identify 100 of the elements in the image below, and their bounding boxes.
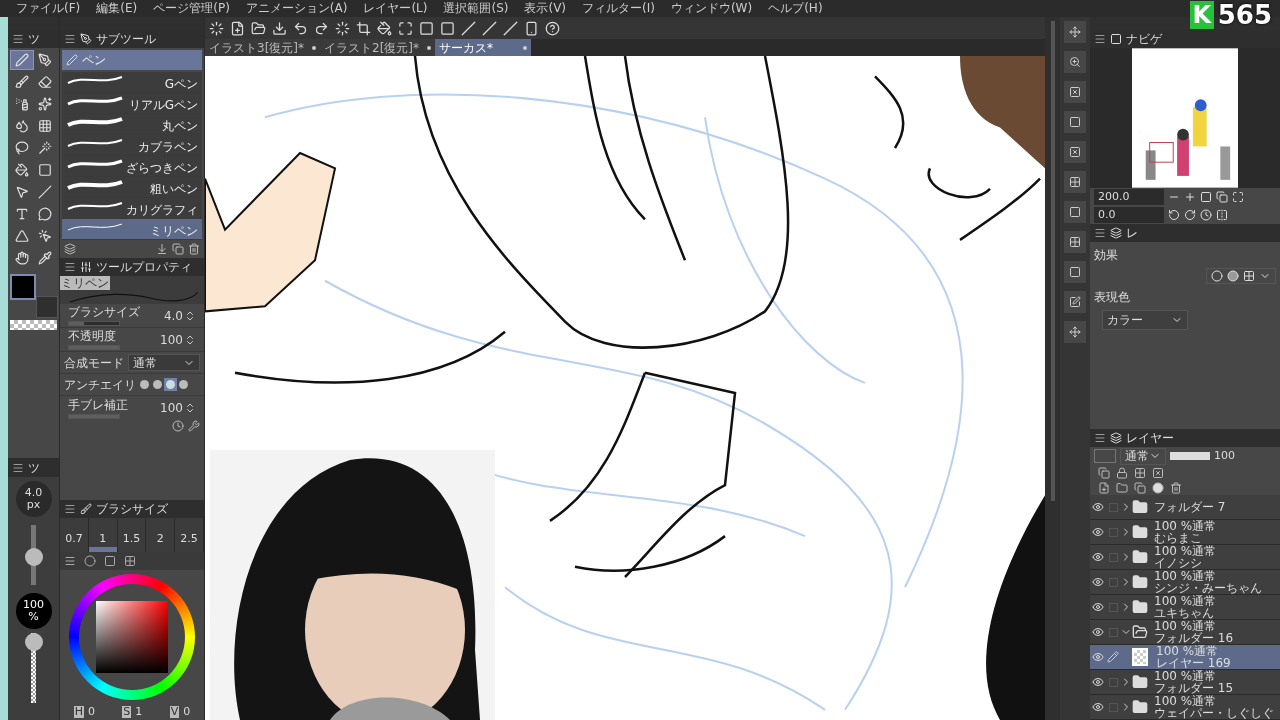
slider-track[interactable] (68, 345, 120, 350)
color-box[interactable] (1094, 449, 1116, 463)
new-layer-icon[interactable] (1098, 481, 1110, 494)
square-icon[interactable] (419, 20, 434, 36)
subtool-item[interactable]: カブラペン (62, 135, 202, 156)
layers-icon[interactable] (64, 243, 76, 255)
antialias-option[interactable] (151, 378, 164, 391)
scrollbar-thumb[interactable] (1050, 21, 1055, 501)
menu-icon[interactable] (12, 33, 24, 45)
rotate-left-icon[interactable] (1168, 209, 1180, 221)
opacity-value[interactable]: 100 (1214, 447, 1235, 465)
side-button[interactable] (1064, 231, 1086, 253)
side-button[interactable] (1064, 201, 1086, 223)
reset-icon[interactable] (1200, 209, 1212, 221)
new-file-icon[interactable] (230, 20, 245, 36)
layer-row[interactable]: 100 %通常 イノシシ (1090, 545, 1280, 570)
value-field[interactable]: 100 (160, 330, 183, 349)
menu-item[interactable]: 表示(V) (524, 1, 567, 16)
layer-row[interactable]: 100 %通常 シンジ・みーちゃん (1090, 570, 1280, 595)
panel-tab[interactable]: ブラシサイズ (96, 501, 168, 517)
antialias-option[interactable] (164, 378, 177, 391)
antialias-option[interactable] (138, 378, 151, 391)
value-field[interactable]: 100 (160, 399, 183, 417)
panel-tab[interactable]: レ (1126, 225, 1138, 241)
side-button[interactable] (1064, 111, 1086, 133)
color-wheel-tab[interactable] (84, 555, 96, 567)
zoom-in-icon[interactable] (1184, 191, 1196, 203)
blend-dropdown[interactable]: 通常 (1120, 447, 1166, 465)
expand-icon[interactable] (1232, 191, 1244, 203)
menu-item[interactable]: ウィンドウ(W) (670, 1, 753, 16)
save-icon[interactable] (272, 20, 287, 36)
eye-icon[interactable] (1092, 526, 1104, 538)
layer-row[interactable]: 100 %通常 ウェイパー・しぐしぐ (1090, 695, 1280, 720)
tool-button[interactable] (10, 50, 34, 70)
document-tab[interactable]: イラスト3[復元]* (205, 39, 320, 56)
menu-item[interactable]: レイヤー(L) (363, 1, 428, 16)
panel-tab[interactable]: サブツール (96, 31, 156, 47)
trash-icon[interactable] (1170, 481, 1182, 494)
eye-icon[interactable] (1092, 601, 1104, 613)
fit-icon[interactable] (1200, 191, 1212, 203)
document-tab[interactable]: サーカス* (435, 39, 531, 56)
menu-icon[interactable] (64, 261, 76, 273)
panel-tab[interactable]: ツ (28, 31, 40, 47)
subtool-group[interactable]: ペン (62, 50, 202, 70)
blend-dropdown[interactable]: 通常 (128, 354, 200, 371)
side-button[interactable] (1064, 321, 1086, 343)
color-square[interactable] (96, 601, 168, 673)
folder-icon[interactable] (251, 20, 266, 36)
eye-icon[interactable] (1092, 651, 1104, 663)
sub-color-swatch[interactable] (36, 296, 58, 318)
spinner-icon[interactable] (184, 333, 196, 346)
panel-tab[interactable]: レイヤー (1126, 430, 1174, 446)
menu-icon[interactable] (64, 33, 76, 45)
square-icon[interactable] (440, 20, 455, 36)
size-slider[interactable] (24, 525, 43, 585)
spinner-icon[interactable] (335, 20, 350, 36)
layer-row[interactable]: 100 %通常 むらまこ (1090, 520, 1280, 545)
undo-icon[interactable] (293, 20, 308, 36)
document-tab[interactable]: イラスト2[復元]* (320, 39, 435, 56)
redo-icon[interactable] (314, 20, 329, 36)
help-icon[interactable] (545, 20, 560, 36)
settings-icon[interactable] (188, 420, 200, 432)
menu-icon[interactable] (1094, 227, 1106, 239)
eye-icon[interactable] (1092, 701, 1104, 713)
subtool-item[interactable]: リアルGペン (62, 93, 202, 114)
menu-icon[interactable] (1094, 432, 1106, 444)
menu-item[interactable]: ファイル(F) (16, 1, 81, 16)
copy-icon[interactable] (172, 243, 184, 255)
flip-icon[interactable] (1216, 209, 1228, 221)
subtool-item[interactable]: 丸ペン (62, 114, 202, 135)
trash-icon[interactable] (188, 243, 200, 255)
side-button[interactable] (1064, 261, 1086, 283)
layer-row[interactable]: 100 %通常 フォルダー 15 (1090, 670, 1280, 695)
layer-row[interactable]: 100 %通常 フォルダー 16 (1090, 620, 1280, 645)
menu-item[interactable]: アニメーション(A) (245, 1, 348, 16)
clock-icon[interactable] (172, 420, 184, 432)
slider-track[interactable] (68, 321, 120, 326)
device-icon[interactable] (524, 20, 539, 36)
lock-icon[interactable] (1116, 466, 1128, 479)
transform-icon[interactable] (398, 20, 413, 36)
zoom-field[interactable]: 200.0 (1094, 188, 1164, 206)
rotate-right-icon[interactable] (1184, 209, 1196, 221)
layer-row[interactable]: フォルダー 7 (1090, 495, 1280, 520)
side-button[interactable] (1064, 81, 1086, 103)
eye-icon[interactable] (1092, 626, 1104, 638)
menu-icon[interactable] (64, 503, 76, 515)
eye-icon[interactable] (1092, 501, 1104, 513)
transparent-swatch[interactable] (10, 320, 57, 330)
eye-icon[interactable] (1092, 551, 1104, 563)
menu-item[interactable]: ページ管理(P) (153, 1, 230, 16)
menu-item[interactable]: 編集(E) (96, 1, 138, 16)
eye-icon[interactable] (1092, 676, 1104, 688)
spinner-icon[interactable] (184, 402, 196, 414)
new-folder-icon[interactable] (1116, 481, 1128, 494)
side-button[interactable] (1064, 291, 1086, 313)
subtool-item[interactable]: カリグラフィ (62, 198, 202, 219)
menu-item[interactable]: 選択範囲(S) (443, 1, 509, 16)
menu-icon[interactable] (1094, 33, 1106, 45)
menu-item[interactable]: フィルター(I) (582, 1, 655, 16)
layer-row[interactable]: 100 %通常 ユキちゃん (1090, 595, 1280, 620)
